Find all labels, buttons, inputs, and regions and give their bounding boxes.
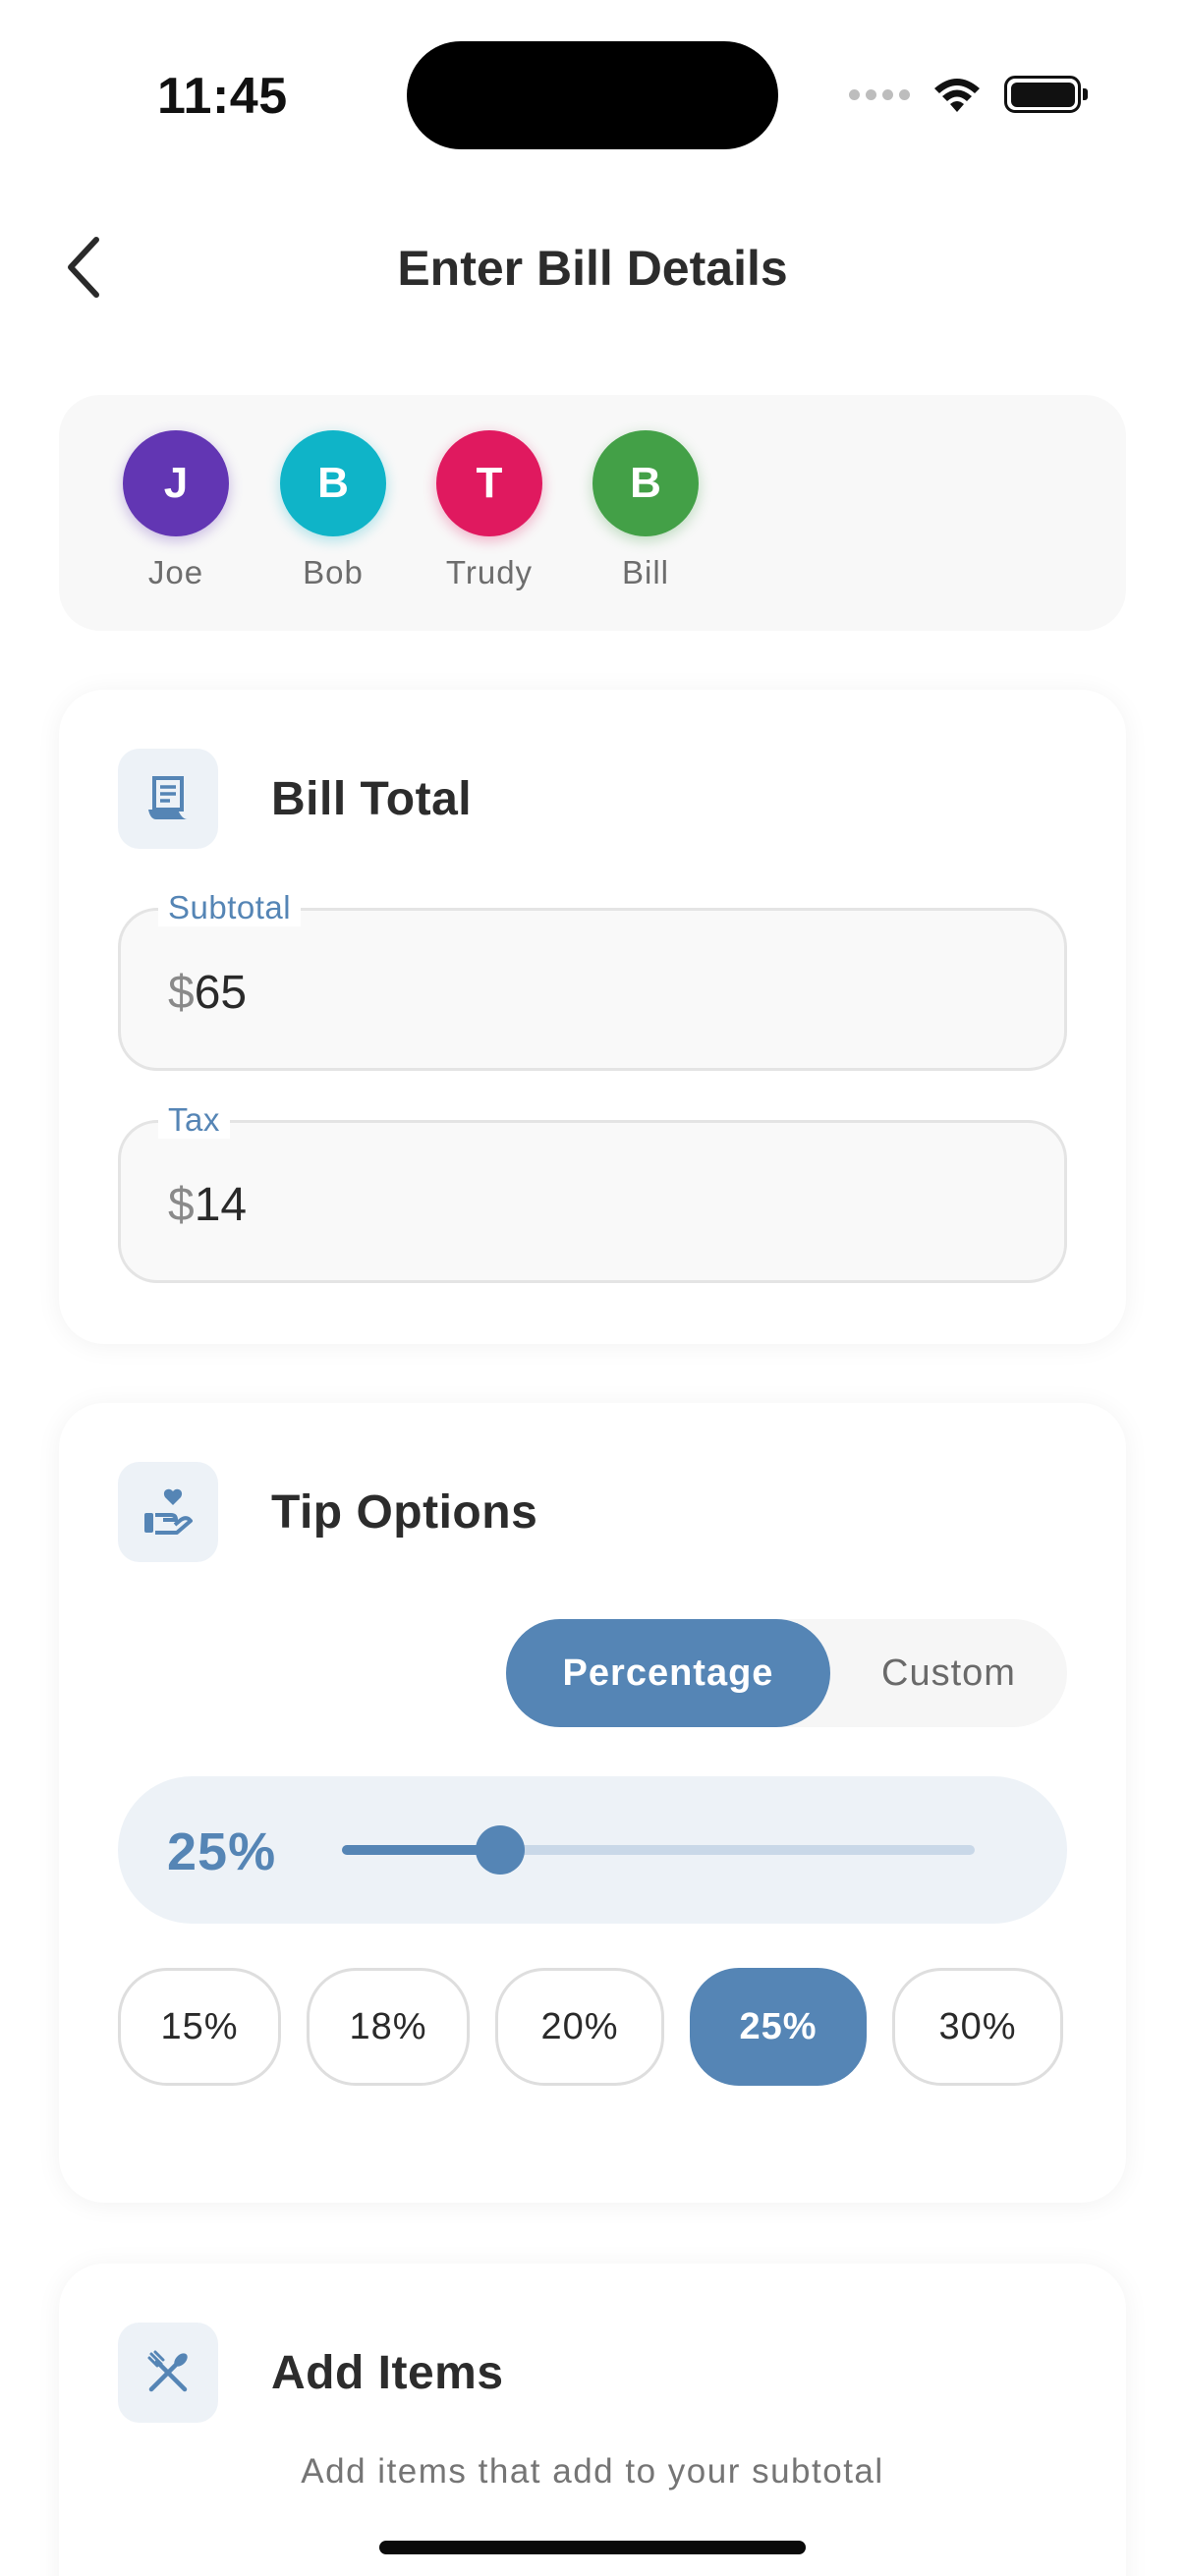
tax-label: Tax (158, 1101, 230, 1139)
tip-mode-toggle: Percentage Custom (506, 1619, 1067, 1727)
tax-amount: 14 (194, 1179, 248, 1231)
receipt-icon (118, 749, 218, 849)
slider-thumb[interactable] (476, 1825, 525, 1875)
participant-bob[interactable]: B Bob (269, 430, 397, 591)
avatar: B (592, 430, 699, 536)
tip-slider-panel: 25% (118, 1776, 1067, 1924)
fork-knife-icon (118, 2323, 218, 2423)
card-title: Add Items (271, 2346, 504, 2399)
participants-bar: J Joe B Bob T Trudy B Bill (59, 395, 1126, 631)
participant-name: Bob (303, 554, 364, 590)
bill-total-header: Bill Total (118, 749, 472, 849)
tip-percentage-value: 25% (167, 1822, 277, 1881)
participant-bill[interactable]: B Bill (582, 430, 709, 591)
avatar: B (280, 430, 386, 536)
participant-name: Trudy (445, 554, 534, 590)
custom-tab[interactable]: Custom (830, 1619, 1067, 1727)
tip-options-header: Tip Options (118, 1462, 537, 1562)
add-items-subtitle: Add items that add to your subtotal (301, 2452, 884, 2491)
tax-field[interactable]: Tax $14 (118, 1101, 1067, 1283)
dynamic-island (407, 41, 778, 149)
tip-options-card: Tip Options Percentage Custom 25% 15% 18… (59, 1403, 1126, 2203)
screen: 11:45 Enter Bill Details J Joe B Bob T T… (0, 0, 1185, 2576)
participant-joe[interactable]: J Joe (112, 430, 240, 591)
tip-preset-30[interactable]: 30% (892, 1968, 1063, 2086)
tip-preset-20[interactable]: 20% (495, 1968, 664, 2086)
wifi-icon (934, 79, 980, 112)
card-title: Tip Options (271, 1485, 538, 1539)
tip-preset-25[interactable]: 25% (690, 1968, 867, 2086)
tip-slider[interactable] (342, 1825, 975, 1875)
currency-symbol: $ (168, 1179, 195, 1231)
avatar: T (436, 430, 542, 536)
status-icons (849, 73, 1088, 116)
battery-icon (1004, 76, 1088, 113)
participant-trudy[interactable]: T Trudy (425, 430, 553, 591)
subtotal-amount: 65 (194, 967, 248, 1019)
card-title: Bill Total (271, 772, 473, 825)
tax-value: $14 (168, 1178, 247, 1232)
subtotal-value: $65 (168, 966, 247, 1020)
add-items-header: Add Items (118, 2323, 504, 2423)
tip-preset-15[interactable]: 15% (118, 1968, 281, 2086)
currency-symbol: $ (168, 967, 195, 1019)
bill-total-card: Bill Total Subtotal $65 Tax $14 (59, 690, 1126, 1344)
hand-heart-icon (118, 1462, 218, 1562)
subtotal-label: Subtotal (158, 889, 302, 926)
home-indicator (379, 2541, 806, 2554)
participant-name: Bill (621, 554, 669, 590)
cellular-signal-icon (849, 88, 910, 100)
status-time: 11:45 (157, 68, 288, 125)
participant-name: Joe (147, 554, 204, 590)
subtotal-field[interactable]: Subtotal $65 (118, 889, 1067, 1071)
add-items-card: Add Items Add items that add to your sub… (59, 2264, 1126, 2576)
page-title: Enter Bill Details (397, 241, 788, 296)
tip-preset-18[interactable]: 18% (307, 1968, 470, 2086)
avatar: J (123, 430, 229, 536)
percentage-tab[interactable]: Percentage (506, 1619, 830, 1727)
